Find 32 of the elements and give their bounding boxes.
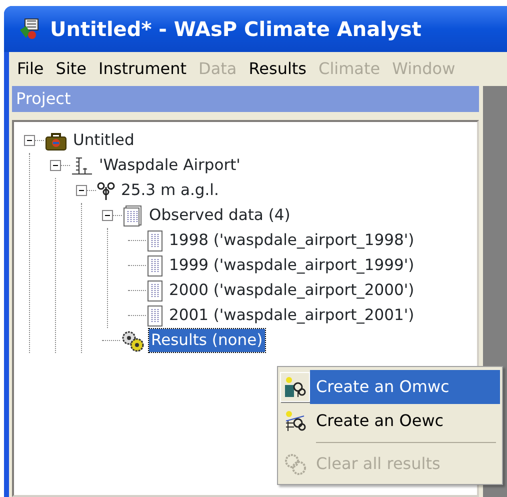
menu-item[interactable]: File (11, 55, 50, 83)
tree-item[interactable]: 1998 ('waspdale_airport_1998') (167, 228, 416, 252)
anemometer-icon (96, 180, 116, 200)
panel-title: Project (12, 86, 479, 112)
window-title: Untitled* - WAsP Climate Analyst (50, 16, 422, 43)
data-table-icon (146, 280, 164, 302)
gears-icon (283, 452, 307, 476)
menu-item[interactable]: Create an Oewc (310, 404, 500, 438)
tree-item[interactable]: 1999 ('waspdale_airport_1999') (167, 254, 416, 278)
menu-item[interactable]: Create an Omwc (310, 370, 500, 404)
menu-item[interactable]: Results (242, 55, 313, 83)
data-table-icon (122, 204, 144, 226)
tree-item[interactable]: Untitled (71, 128, 136, 152)
app-icon (18, 18, 40, 40)
data-table-icon (146, 304, 164, 326)
collapse-toggle[interactable] (24, 135, 35, 146)
tree-item[interactable]: 'Waspdale Airport' (97, 154, 242, 178)
tree-item[interactable]: 2001 ('waspdale_airport_2001') (167, 304, 416, 328)
data-table-icon (146, 230, 164, 252)
data-table-icon (146, 254, 164, 276)
collapse-toggle[interactable] (102, 210, 113, 221)
tree-item[interactable]: Results (none) (149, 328, 265, 352)
collapse-toggle[interactable] (76, 185, 87, 196)
tree-item[interactable]: 2000 ('waspdale_airport_2000') (167, 278, 416, 302)
menu-item[interactable]: Site (50, 55, 92, 83)
collapse-toggle[interactable] (50, 160, 61, 171)
project-icon (44, 130, 68, 150)
ruler-icon (70, 156, 94, 176)
tree-item[interactable]: Observed data (4) (147, 204, 292, 228)
menu-item[interactable]: Instrument (92, 55, 193, 83)
gears-icon (120, 330, 146, 352)
tree-item[interactable]: 25.3 m a.g.l. (119, 178, 221, 202)
